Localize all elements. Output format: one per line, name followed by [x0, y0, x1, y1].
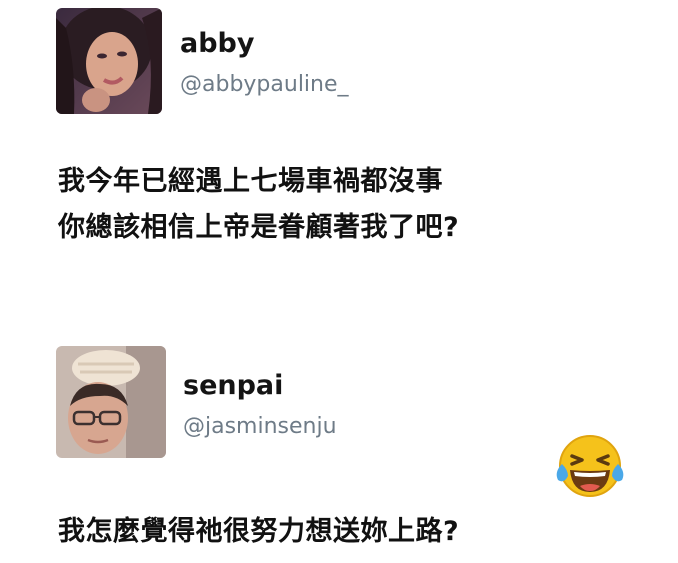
profile-photo-icon [56, 346, 166, 458]
tweet-abby: abby @abbypauline_ 我今年已經遇上七場車禍都沒事 你總該相信上… [0, 0, 678, 300]
avatar[interactable] [56, 346, 166, 458]
user-handle[interactable]: @jasminsenju [183, 416, 337, 438]
tweet-text-line: 我怎麼覺得祂很努力想送妳上路? [58, 516, 460, 547]
laughing-tears-emoji-icon [552, 432, 628, 500]
tweet-senpai: senpai @jasminsenju 我怎麼覺得祂很努力想送妳上路? [0, 340, 678, 563]
tweet-text-line: 我今年已經遇上七場車禍都沒事 [58, 166, 443, 197]
user-handle[interactable]: @abbypauline_ [180, 74, 349, 96]
profile-photo-icon [56, 8, 162, 114]
avatar[interactable] [56, 8, 162, 114]
tweet-text-line: 你總該相信上帝是眷顧著我了吧? [58, 212, 460, 243]
display-name[interactable]: abby [180, 30, 254, 57]
display-name[interactable]: senpai [183, 372, 283, 399]
